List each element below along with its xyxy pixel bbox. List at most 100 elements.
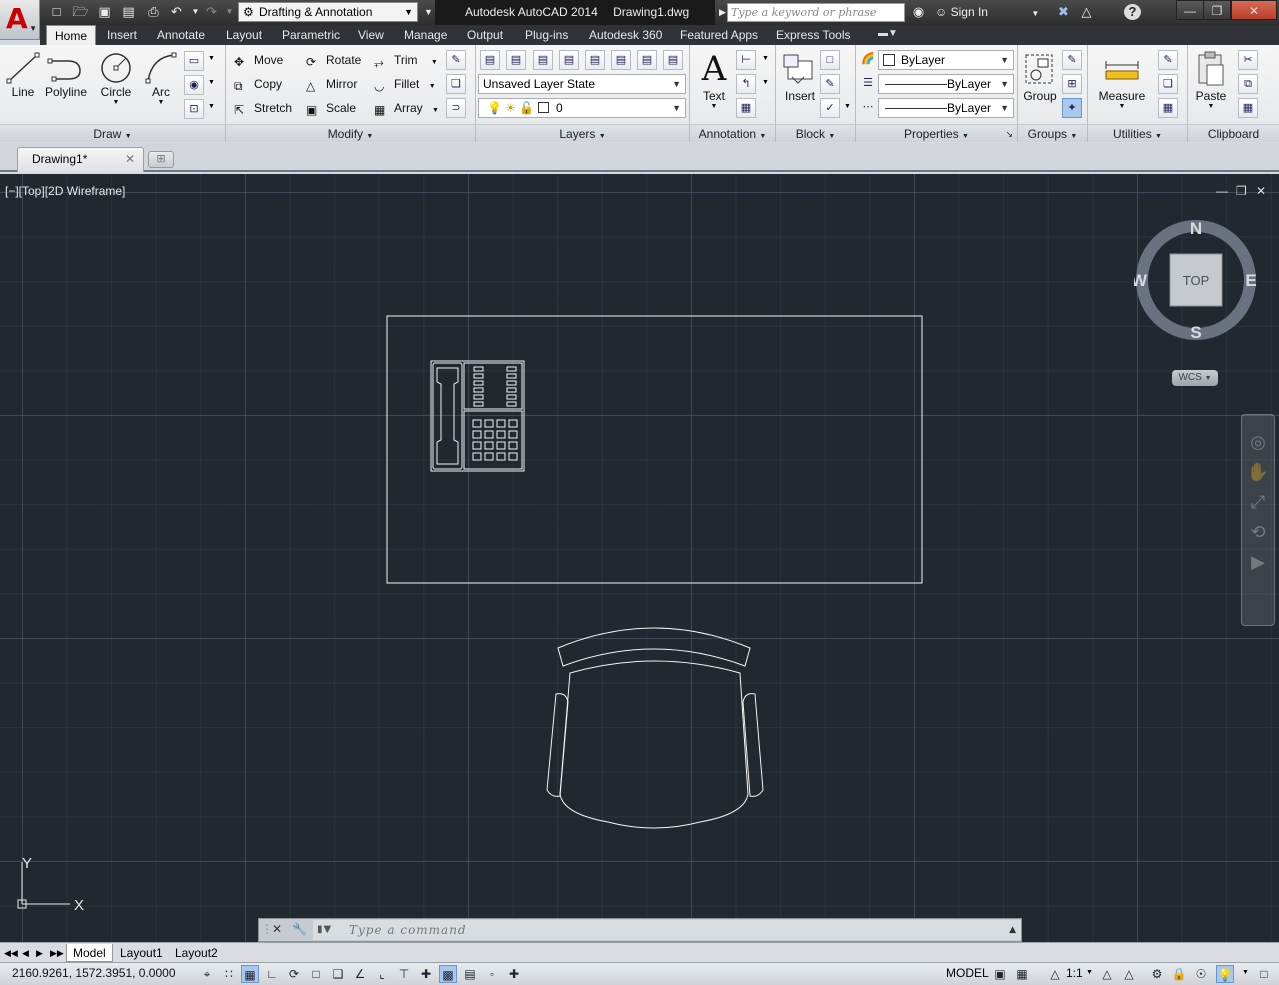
rectangle-tool[interactable]: ▭ [184,51,204,71]
calculator-tool[interactable]: ▦ [1158,98,1178,118]
chair-block[interactable] [546,627,764,829]
file-tab-drawing1[interactable]: Drawing1* ✕ [17,147,144,172]
tab-featured-apps[interactable]: Featured Apps [672,25,766,45]
edit-block-tool[interactable]: ✎ [820,74,840,94]
compass-south[interactable]: S [1190,323,1201,342]
grid-display-icon[interactable]: ▦ [241,965,259,983]
model-space-button[interactable]: MODEL [946,966,989,980]
create-block-tool[interactable]: □ [820,50,840,70]
annotation-visibility-icon[interactable]: △ [1098,965,1116,983]
maximize-button[interactable]: ❐ [1203,0,1231,20]
dimension-tool[interactable]: ⊢ [736,50,756,70]
command-customize-icon[interactable]: 🔧 [292,922,307,936]
mirror-button[interactable]: △ Mirror [306,74,357,94]
annotation-scale-label[interactable]: 1:1 [1066,966,1083,980]
desk-outline[interactable] [386,315,923,584]
utilities-panel-title[interactable]: Utilities ▼ [1088,124,1187,142]
polyline-button[interactable]: Polyline [43,49,89,99]
layer-properties-tool[interactable]: ▤ [480,50,500,70]
minimize-button[interactable]: — [1176,0,1204,20]
object-snap-tracking-icon[interactable]: ∠ [351,965,369,983]
layers-panel-title[interactable]: Layers ▼ [476,124,689,142]
viewcube[interactable]: TOP N S E W [1134,218,1258,342]
tab-plug-ins[interactable]: Plug-ins [517,25,576,45]
groups-panel-title[interactable]: Groups ▼ [1018,124,1087,142]
table-tool[interactable]: ▦ [736,98,756,118]
text-button[interactable]: A Text ▼ [698,49,730,110]
tab-express-tools[interactable]: Express Tools [768,25,858,45]
layer-select[interactable]: 💡 ☀ 🔓 0 ▼ [478,98,686,118]
status-menu-icon[interactable]: ▼ [1242,969,1249,976]
scale-button[interactable]: ▣ Scale [306,98,356,118]
compass-west[interactable]: W [1134,271,1148,290]
rotate-button[interactable]: ⟳ Rotate [306,50,361,70]
annotation-panel-title[interactable]: Annotation ▼ [690,124,775,142]
circle-button[interactable]: Circle ▼ [97,49,135,106]
close-tab-icon[interactable]: ✕ [125,148,135,170]
lineweight-select[interactable]: ByLayer ▼ [878,74,1014,94]
viewcube-face-top[interactable]: TOP [1183,273,1210,288]
zoom-extents-icon[interactable]: ⤢ [1242,487,1274,517]
quick-properties-icon[interactable]: ▤ [461,965,479,983]
sign-in-button[interactable]: ☺ Sign In ▼ [935,4,1039,22]
tab-model[interactable]: Model [66,944,113,962]
viewport-close-icon[interactable]: ✕ [1256,184,1266,198]
fillet-button[interactable]: ◡ Fillet ▼ [374,74,436,94]
insert-button[interactable]: Insert [780,49,820,103]
arc-button[interactable]: Arc ▼ [143,49,179,106]
command-input[interactable]: ▮▼ Type a command ▲ [313,920,1021,940]
drawing-viewport[interactable]: [−][Top][2D Wireframe] — ❐ ✕ TOP N S E W… [0,174,1279,942]
clean-screen-icon[interactable]: □ [1255,965,1273,983]
paste-button[interactable]: Paste ▼ [1194,49,1228,110]
save-icon[interactable]: ▣ [96,4,113,20]
offset-tool[interactable]: ⊃ [446,98,466,118]
tab-layout1[interactable]: Layout1 [114,944,169,962]
array-button[interactable]: ▦ Array ▼ [374,98,439,118]
help-icon[interactable]: ? [1124,4,1141,20]
group-button[interactable]: Group [1020,49,1060,103]
properties-panel-title[interactable]: Properties ▼ ↘ [856,124,1017,142]
first-layout-icon[interactable]: ◀◀ [2,944,20,962]
group-edit-tool[interactable]: ⊞ [1062,74,1082,94]
workspace-switching-icon[interactable]: ⚙ [1148,965,1166,983]
tab-layout2[interactable]: Layout2 [169,944,224,962]
copy-clip-icon[interactable]: ⧉ [1238,74,1258,94]
transparency-icon[interactable]: ▩ [439,965,457,983]
infer-constraints-icon[interactable]: ⌖ [198,965,216,983]
dialog-launcher-icon[interactable]: ↘ [1005,125,1013,143]
close-button[interactable]: ✕ [1231,0,1277,20]
tab-view[interactable]: View [350,25,392,45]
tab-output[interactable]: Output [459,25,511,45]
wcs-menu[interactable]: WCS ▼ [1172,370,1218,386]
block-panel-title[interactable]: Block ▼ [776,124,855,142]
color-select[interactable]: ByLayer ▼ [878,50,1014,70]
hatch-tool[interactable]: ◉ [184,75,204,95]
tab-parametric[interactable]: Parametric [274,25,348,45]
redo-icon[interactable]: ↷ [203,4,220,20]
linetype-select[interactable]: ByLayer ▼ [878,98,1014,118]
undo-icon[interactable]: ↶ [168,4,185,20]
undo-dropdown-icon[interactable]: ▼ [187,4,204,20]
annotation-scale-icon[interactable]: △ [1046,965,1064,983]
auto-scale-icon[interactable]: △ [1120,965,1138,983]
layer-tool-5[interactable]: ▤ [585,50,605,70]
viewport-restore-icon[interactable]: ❐ [1236,184,1247,198]
layer-tool-4[interactable]: ▤ [559,50,579,70]
erase-tool[interactable]: ✎ [446,50,466,70]
command-close-icon[interactable]: ✕ [272,922,282,936]
autodesk-360-icon[interactable]: △ [1078,4,1095,20]
3d-object-snap-icon[interactable]: ❏ [329,965,347,983]
cut-icon[interactable]: ✂ [1238,50,1258,70]
quick-select-tool[interactable]: ✎ [1158,50,1178,70]
line-button[interactable]: Line [6,49,40,99]
select-similar-tool[interactable]: ❏ [1158,74,1178,94]
viewport-minimize-icon[interactable]: — [1216,184,1228,198]
ribbon-minimize-icon[interactable]: ▬▼ [878,28,898,39]
paste-special-icon[interactable]: ▦ [1238,98,1258,118]
showmotion-icon[interactable]: ▶ [1242,547,1274,577]
snap-mode-icon[interactable]: ∷ [220,965,238,983]
dynamic-input-icon[interactable]: ⊤ [395,965,413,983]
hardware-acceleration-icon[interactable]: ☉ [1192,965,1210,983]
new-file-icon[interactable]: □ [48,4,65,20]
trim-button[interactable]: ⥅ Trim ▼ [374,50,438,70]
